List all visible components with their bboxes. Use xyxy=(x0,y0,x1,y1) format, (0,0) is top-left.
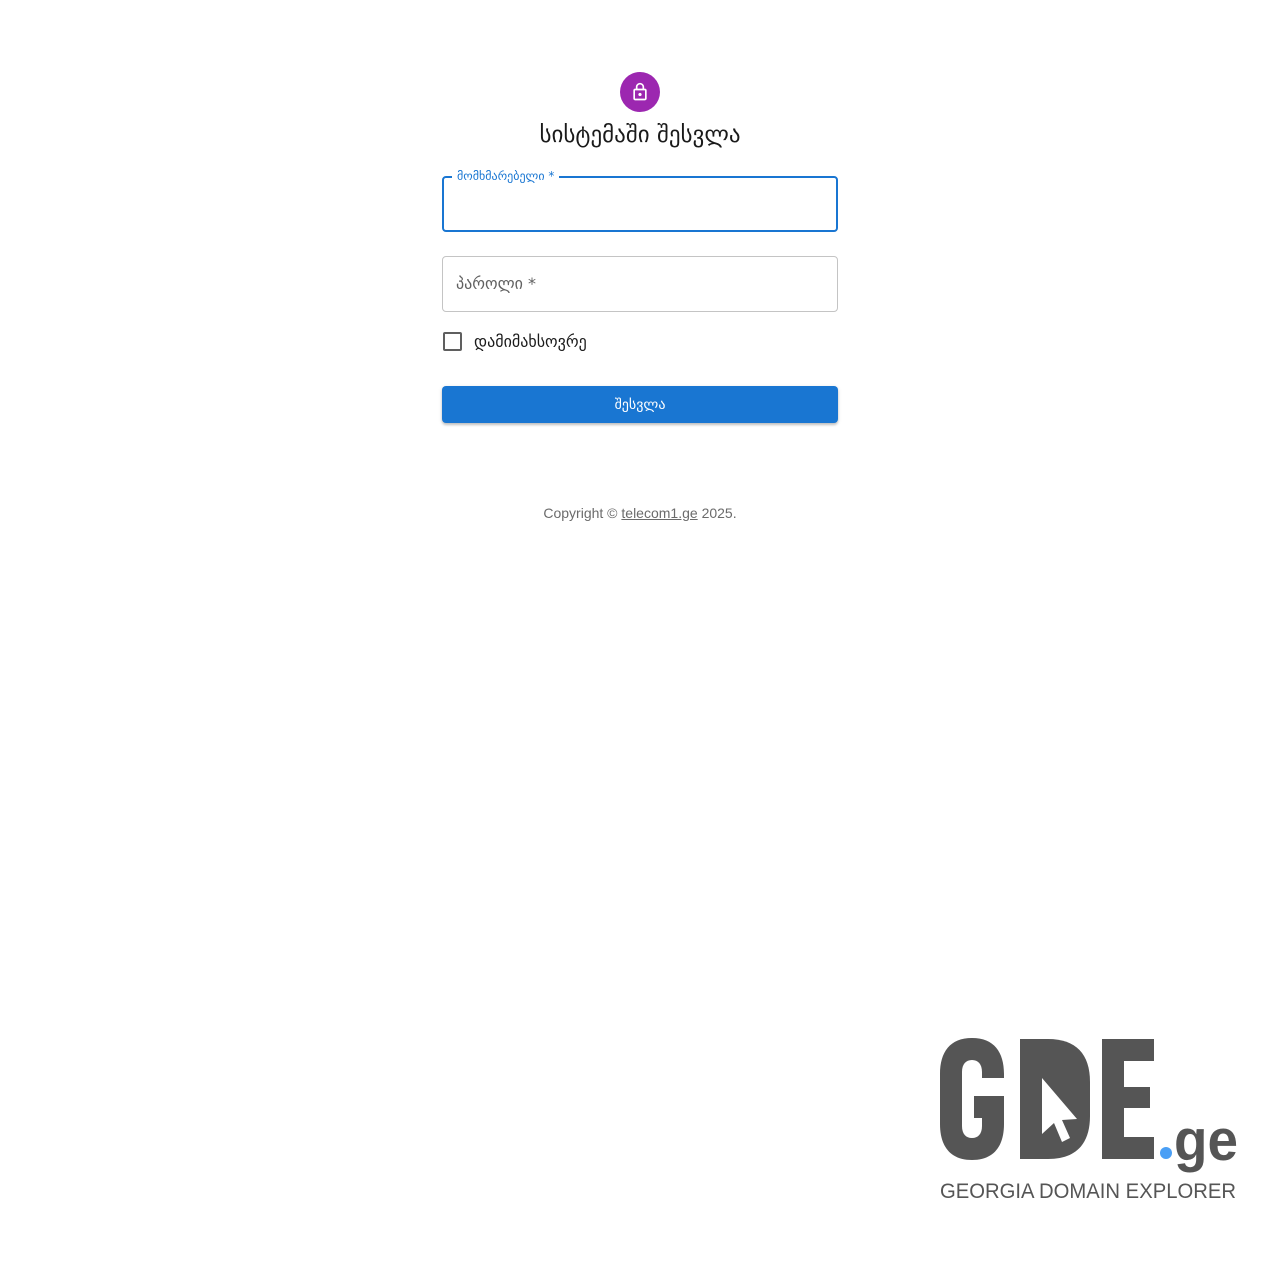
copyright-prefix: Copyright © xyxy=(543,505,618,521)
password-input[interactable] xyxy=(455,271,815,295)
logo-dot xyxy=(1160,1147,1172,1159)
username-field[interactable]: მომხმარებელი * xyxy=(442,168,838,232)
remember-me-row[interactable]: დამიმახსოვრე xyxy=(442,328,587,354)
username-input[interactable] xyxy=(456,192,816,216)
copyright-year: 2025. xyxy=(701,505,737,521)
login-button[interactable]: შესვლა xyxy=(442,386,838,423)
logo-tld: ge xyxy=(1174,1108,1238,1173)
gde-logo: ge GEORGIA DOMAIN EXPLORER xyxy=(936,1034,1240,1204)
login-page: სისტემაში შესვლა მომხმარებელი * პაროლი *… xyxy=(0,0,1280,1280)
logo-letter-g xyxy=(940,1038,1004,1160)
logo-tagline: GEORGIA DOMAIN EXPLORER xyxy=(940,1180,1236,1203)
lock-avatar xyxy=(620,72,660,112)
gde-logo-graphic: ge GEORGIA DOMAIN EXPLORER xyxy=(940,1038,1238,1203)
logo-letter-e xyxy=(1102,1039,1154,1159)
copyright-footer: Copyright © telecom1.ge 2025. xyxy=(0,504,1280,522)
remember-me-checkbox[interactable] xyxy=(443,331,462,351)
username-label: მომხმარებელი * xyxy=(452,168,560,184)
lock-icon xyxy=(633,82,647,101)
page-title: სისტემაში შესვლა xyxy=(539,122,741,148)
remember-me-label: დამიმახსოვრე xyxy=(474,331,587,351)
password-field[interactable]: პაროლი * xyxy=(442,256,838,312)
copyright-link[interactable]: telecom1.ge xyxy=(621,505,697,521)
